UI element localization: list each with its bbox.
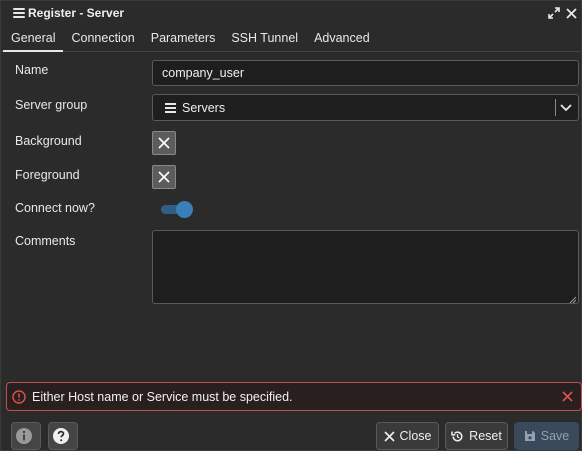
tab-bar: General Connection Parameters SSH Tunnel… [1, 25, 581, 52]
dialog-footer: Close Reset Save [1, 417, 581, 451]
foreground-label: Foreground [15, 168, 80, 182]
error-message-bar: Either Host name or Service must be spec… [6, 382, 582, 411]
close-button-label: Close [399, 429, 432, 443]
help-button[interactable] [48, 422, 78, 450]
close-icon [383, 430, 395, 442]
reset-icon [451, 430, 463, 442]
foreground-color-picker[interactable] [152, 165, 176, 189]
clear-color-icon [158, 137, 170, 149]
clear-color-icon [158, 171, 170, 183]
server-group-select[interactable]: Servers [152, 94, 579, 121]
resize-grip-icon[interactable] [568, 293, 577, 304]
maximize-icon[interactable] [546, 5, 562, 21]
background-color-picker[interactable] [152, 131, 176, 155]
close-icon[interactable] [563, 5, 579, 21]
select-separator [555, 99, 556, 116]
name-label: Name [15, 63, 49, 77]
connect-now-label: Connect now? [15, 201, 95, 215]
server-group-label: Server group [15, 98, 88, 112]
tab-parameters[interactable]: Parameters [143, 25, 224, 51]
dialog-title: Register - Server [28, 6, 125, 20]
general-form: Name company_user Server group Servers B… [1, 53, 581, 377]
reset-button[interactable]: Reset [445, 422, 508, 450]
comments-label: Comments [15, 234, 76, 248]
tab-connection[interactable]: Connection [63, 25, 142, 51]
help-icon [52, 428, 69, 444]
toggle-knob [176, 201, 193, 218]
server-group-value: Servers [182, 100, 226, 115]
server-icon [165, 102, 176, 113]
tab-ssh-tunnel[interactable]: SSH Tunnel [223, 25, 306, 51]
save-button-label: Save [540, 429, 570, 443]
chevron-down-icon[interactable] [559, 100, 573, 114]
info-button[interactable] [11, 422, 41, 450]
reset-button-label: Reset [469, 429, 502, 443]
name-field[interactable]: company_user [152, 60, 579, 86]
error-message: Either Host name or Service must be spec… [32, 389, 293, 404]
close-button[interactable]: Close [376, 422, 439, 450]
tab-general[interactable]: General [3, 25, 64, 52]
connect-now-toggle[interactable] [161, 201, 193, 218]
save-button[interactable]: Save [514, 422, 579, 450]
info-icon [15, 428, 32, 444]
close-icon[interactable] [561, 390, 574, 403]
save-icon [524, 431, 535, 441]
tab-advanced[interactable]: Advanced [306, 25, 378, 51]
register-server-dialog: Register - Server General Connection Par… [0, 0, 582, 451]
server-icon [13, 7, 25, 19]
alert-circle-icon [12, 389, 26, 404]
name-value: company_user [162, 66, 244, 80]
title-bar[interactable]: Register - Server [1, 1, 581, 25]
comments-textarea[interactable] [152, 230, 579, 304]
background-label: Background [15, 134, 82, 148]
